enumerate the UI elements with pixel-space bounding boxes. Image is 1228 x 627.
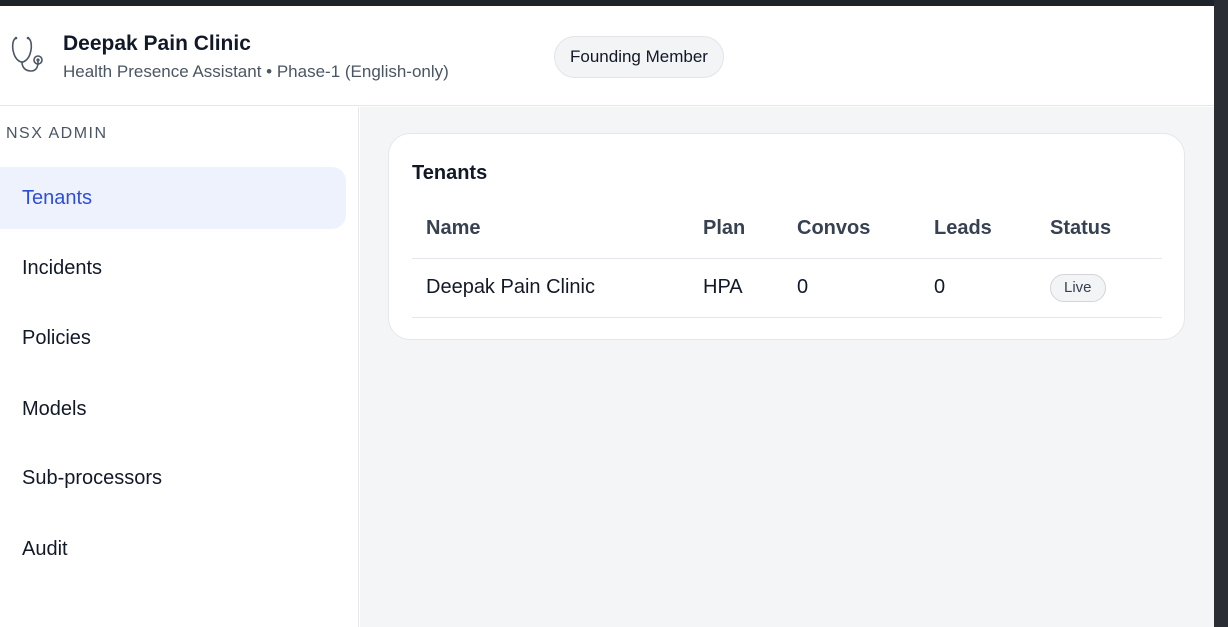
cell-name: Deepak Pain Clinic [412,258,689,318]
tenants-table: Name Plan Convos Leads Status Deepak Pai… [412,199,1162,318]
card-title: Tenants [412,162,488,184]
sidebar-item-label: Policies [22,327,91,349]
column-header-leads: Leads [920,199,1036,259]
sidebar-item-label: Audit [22,538,68,560]
sidebar-item-models[interactable]: Models [0,378,346,440]
sidebar-item-label: Incidents [22,257,103,279]
sidebar-item-tenants[interactable]: Tenants [0,167,346,229]
column-header-convos: Convos [783,199,920,259]
cell-plan: HPA [689,258,783,318]
stethoscope-icon [11,36,43,72]
sidebar-item-incidents[interactable]: Incidents [0,237,346,299]
column-header-plan: Plan [689,199,783,259]
column-header-status: Status [1036,199,1162,259]
sidebar-heading: NSX ADMIN [6,125,108,142]
sidebar-item-audit[interactable]: Audit [0,518,346,580]
tenants-card: Tenants Name Plan Convos Leads Status De… [388,133,1185,340]
sidebar-item-policies[interactable]: Policies [0,307,346,369]
status-badge: Live [1050,273,1106,302]
clinic-name: Deepak Pain Clinic [63,32,251,55]
app-window: Deepak Pain Clinic Health Presence Assis… [0,6,1214,627]
sidebar: NSX ADMIN Tenants Incidents Policies Mod… [0,107,359,627]
sidebar-item-label: Tenants [22,187,93,209]
table-row[interactable]: Deepak Pain Clinic HPA 0 0 Live [412,258,1162,318]
sidebar-item-label: Models [22,398,87,420]
sidebar-item-label: Sub-processors [22,467,163,489]
cell-leads: 0 [920,258,1036,318]
main-content: Tenants Name Plan Convos Leads Status De… [360,107,1214,627]
cell-status: Live [1036,258,1162,318]
founding-member-badge: Founding Member [554,36,724,78]
app-header: Deepak Pain Clinic Health Presence Assis… [0,6,1214,106]
table-header-row: Name Plan Convos Leads Status [412,199,1162,259]
sidebar-item-sub-processors[interactable]: Sub-processors [0,447,346,509]
window-right-edge [1214,0,1228,627]
cell-convos: 0 [783,258,920,318]
app-subtitle: Health Presence Assistant • Phase-1 (Eng… [63,62,449,81]
column-header-name: Name [412,199,689,259]
